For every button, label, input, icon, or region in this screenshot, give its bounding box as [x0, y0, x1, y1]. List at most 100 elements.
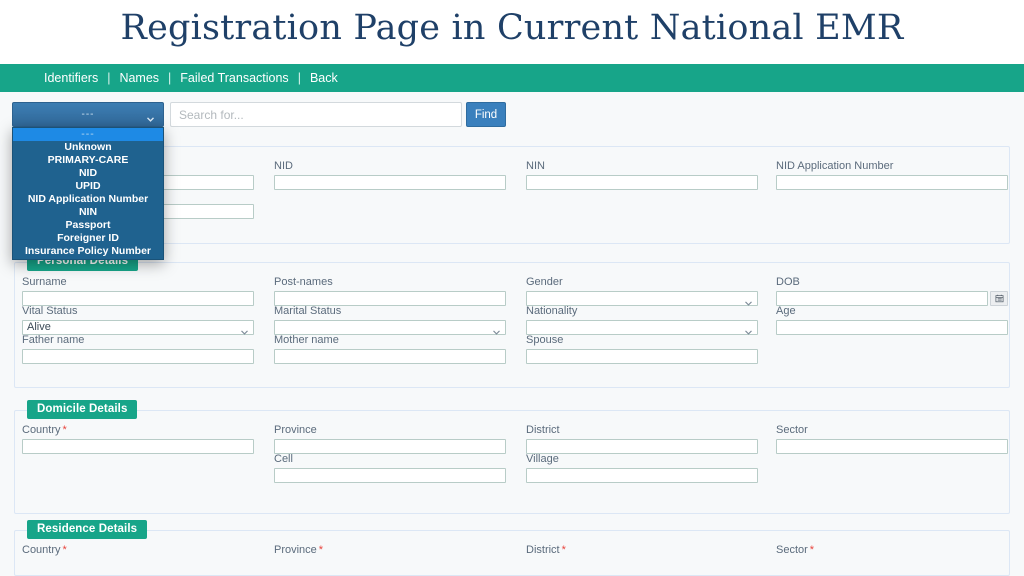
- nid-application-number-field-label: NID Application Number: [776, 160, 894, 172]
- vital-status-select-group: Vital Status Alive: [22, 305, 254, 335]
- dropdown-option[interactable]: ---: [13, 128, 163, 141]
- section-personal-details: Personal Details Surname Vital Status Alive…: [14, 252, 1010, 388]
- calendar-icon[interactable]: [990, 291, 1008, 306]
- domicile-sector-field-group: Sector: [776, 424, 1008, 454]
- age-field[interactable]: [776, 320, 1008, 335]
- domicile-country-field-label: Country *: [22, 424, 67, 436]
- emr-app-viewport: Identifiers | Names | Failed Transactions | Ba…: [0, 64, 1024, 576]
- nav-separator: |: [107, 71, 111, 85]
- spouse-field-group: Spouse: [526, 334, 758, 364]
- gender-select-label: Gender: [526, 276, 563, 288]
- residence-province-field-group: Province *: [274, 544, 506, 559]
- dropdown-option[interactable]: UPID: [13, 180, 163, 193]
- vital-status-select-label: Vital Status: [22, 305, 78, 317]
- domicile-cell-field-group: Cell: [274, 453, 506, 483]
- chevron-down-icon: [492, 323, 501, 335]
- nid-field-label: NID: [274, 160, 293, 172]
- dropdown-option[interactable]: NID Application Number: [13, 193, 163, 206]
- spouse-field[interactable]: [526, 349, 758, 364]
- residence-province-field-label: Province *: [274, 544, 324, 556]
- dropdown-option[interactable]: Passport: [13, 219, 163, 232]
- gender-select-group: Gender: [526, 276, 758, 306]
- nav-link-back[interactable]: Back: [310, 71, 338, 85]
- required-marker-icon: *: [318, 544, 324, 556]
- mother-name-field[interactable]: [274, 349, 506, 364]
- chevron-down-icon: [240, 323, 249, 335]
- domicile-cell-field[interactable]: [274, 468, 506, 483]
- marital-status-select-label: Marital Status: [274, 305, 342, 317]
- page-title: Registration Page in Current National EM…: [120, 8, 904, 48]
- nid-application-number-field-group: NID Application Number: [776, 160, 1008, 190]
- father-name-field[interactable]: [22, 349, 254, 364]
- top-navigation-bar: Identifiers | Names | Failed Transactions | Ba…: [0, 64, 1024, 92]
- dropdown-option[interactable]: Foreigner ID: [13, 232, 163, 245]
- section-body: NID NIN NID Application Number: [15, 147, 1009, 243]
- chevron-down-icon: [744, 294, 753, 306]
- section-body: Surname Vital Status Alive Father name Post-…: [15, 263, 1009, 387]
- domicile-district-field-label: District: [526, 424, 560, 436]
- chevron-down-icon: [146, 110, 155, 122]
- surname-field-label: Surname: [22, 276, 67, 288]
- domicile-village-field[interactable]: [526, 468, 758, 483]
- dob-field[interactable]: [776, 291, 988, 306]
- find-button[interactable]: Find: [466, 102, 506, 127]
- nav-separator: |: [168, 71, 172, 85]
- dropdown-option[interactable]: Insurance Policy Number: [13, 245, 163, 258]
- nav-link-names[interactable]: Names: [119, 71, 159, 85]
- nin-field[interactable]: [526, 175, 758, 190]
- required-marker-icon: *: [809, 544, 815, 556]
- domicile-country-field[interactable]: [22, 439, 254, 454]
- surname-field[interactable]: [22, 291, 254, 306]
- father-name-field-group: Father name: [22, 334, 254, 364]
- domicile-country-field-group: Country *: [22, 424, 254, 454]
- nav-separator: |: [297, 71, 301, 85]
- dob-field-label: DOB: [776, 276, 800, 288]
- dropdown-option[interactable]: NIN: [13, 206, 163, 219]
- vital-status-select[interactable]: Alive: [22, 320, 254, 335]
- vital-status-select-value: Alive: [27, 321, 51, 333]
- nid-application-number-field[interactable]: [776, 175, 1008, 190]
- nin-field-label: NIN: [526, 160, 545, 172]
- domicile-village-field-group: Village: [526, 453, 758, 483]
- residence-country-field-group: Country *: [22, 544, 254, 559]
- dropdown-option[interactable]: Unknown: [13, 141, 163, 154]
- father-name-field-label: Father name: [22, 334, 85, 346]
- nav-link-failed-transactions[interactable]: Failed Transactions: [180, 71, 288, 85]
- identifier-type-dropdown[interactable]: --- Unknown PRIMARY-CARE NID UPID NID Applica…: [12, 127, 164, 260]
- section-body: Country * Province * District * Sector *: [15, 531, 1009, 575]
- residence-sector-field-group: Sector *: [776, 544, 1008, 559]
- identifier-type-select[interactable]: ---: [12, 102, 164, 127]
- dropdown-option[interactable]: NID: [13, 167, 163, 180]
- slide-root: Registration Page in Current National EM…: [0, 0, 1024, 576]
- nav-link-identifiers[interactable]: Identifiers: [44, 71, 98, 85]
- surname-field-group: Surname: [22, 276, 254, 306]
- domicile-village-field-label: Village: [526, 453, 559, 465]
- nin-field-group: NIN: [526, 160, 758, 190]
- residence-country-field-label: Country *: [22, 544, 67, 556]
- domicile-province-field-group: Province: [274, 424, 506, 454]
- domicile-district-field[interactable]: [526, 439, 758, 454]
- search-input[interactable]: [170, 102, 462, 127]
- domicile-province-field-label: Province: [274, 424, 317, 436]
- identifier-type-value: ---: [81, 109, 95, 120]
- residence-sector-field-label: Sector *: [776, 544, 815, 556]
- domicile-cell-field-label: Cell: [274, 453, 293, 465]
- required-marker-icon: *: [561, 544, 566, 556]
- required-marker-icon: *: [62, 424, 67, 436]
- residence-district-field-label: District *: [526, 544, 566, 556]
- nid-field-group: NID: [274, 160, 506, 190]
- domicile-sector-field[interactable]: [776, 439, 1008, 454]
- section-residence-details: Residence Details Country * Province * Distri…: [14, 520, 1010, 576]
- post-names-field[interactable]: [274, 291, 506, 306]
- domicile-province-field[interactable]: [274, 439, 506, 454]
- navigation-links: Identifiers | Names | Failed Transactions | Ba…: [0, 64, 1024, 92]
- marital-status-select[interactable]: [274, 320, 506, 335]
- gender-select[interactable]: [526, 291, 758, 306]
- nid-field[interactable]: [274, 175, 506, 190]
- section-body: Country * Province Cell District Village Secto…: [15, 411, 1009, 513]
- marital-status-select-group: Marital Status: [274, 305, 506, 335]
- nationality-select-label: Nationality: [526, 305, 578, 317]
- nationality-select[interactable]: [526, 320, 758, 335]
- dropdown-option[interactable]: PRIMARY-CARE: [13, 154, 163, 167]
- post-names-field-group: Post-names: [274, 276, 506, 306]
